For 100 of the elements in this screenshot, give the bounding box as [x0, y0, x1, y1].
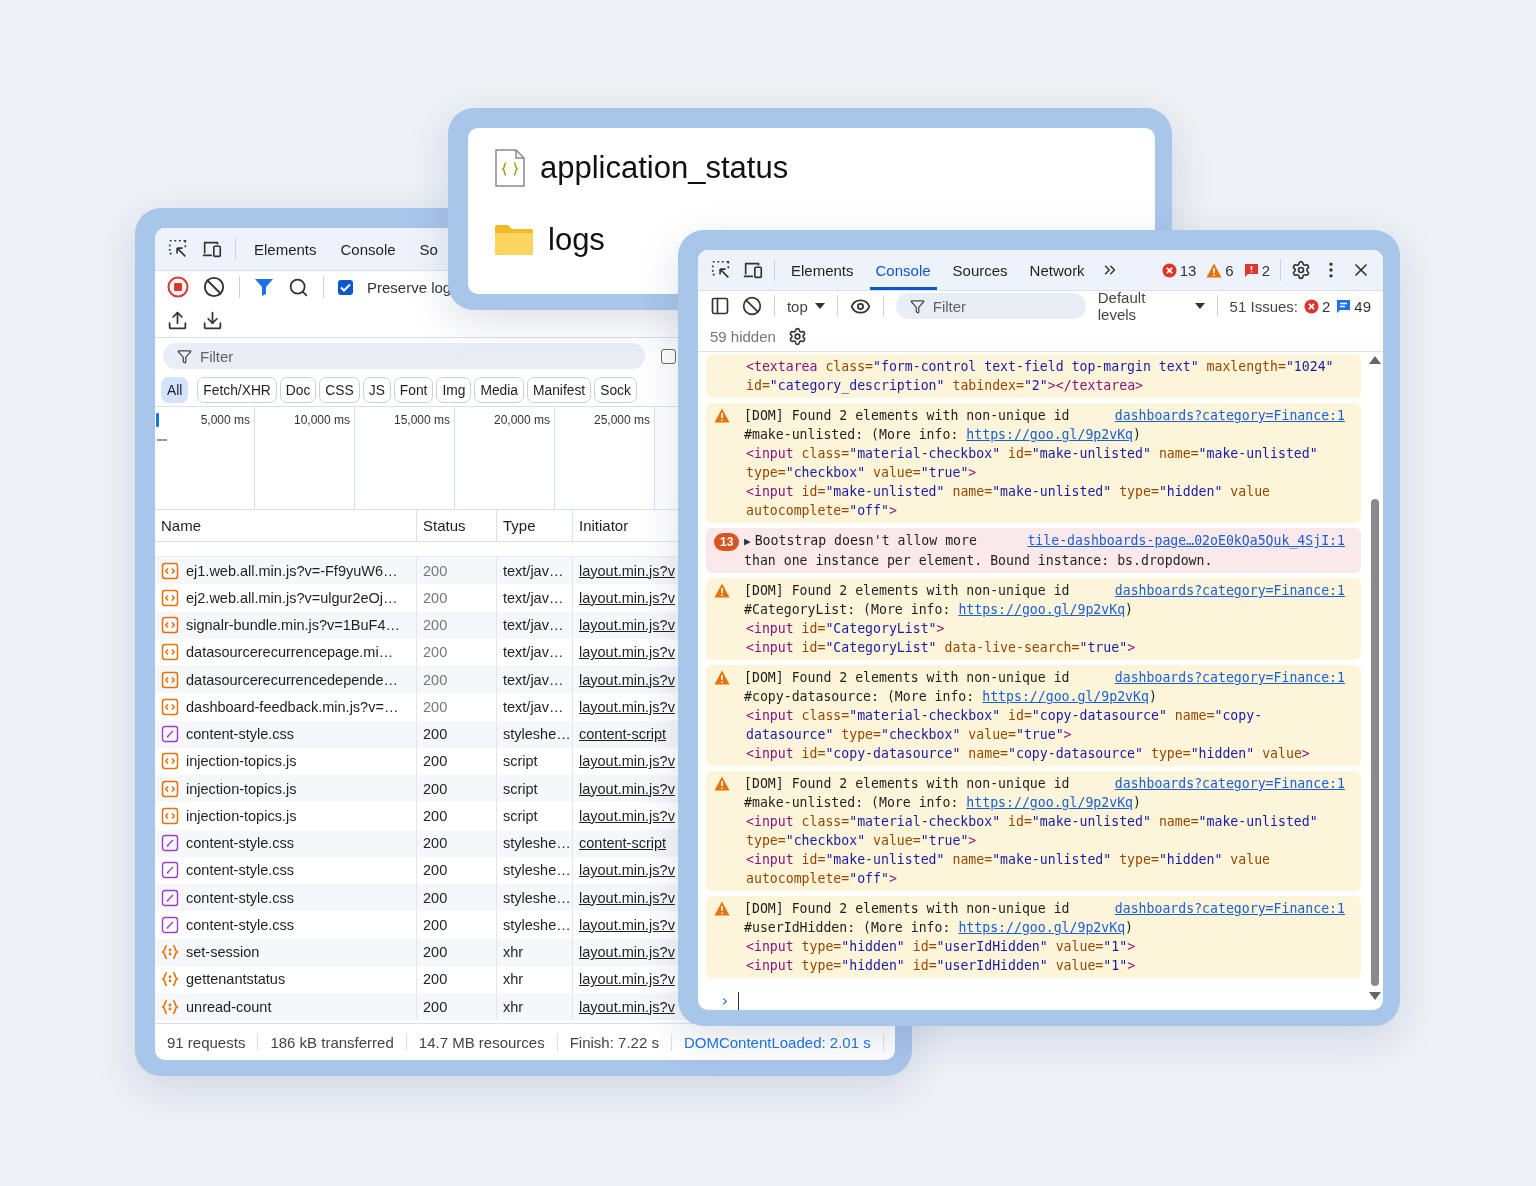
settings-icon[interactable]: [787, 326, 807, 346]
request-name[interactable]: datasourcerecurrencedepende…: [186, 671, 398, 688]
file-name[interactable]: application_status: [540, 150, 789, 186]
initiator-link[interactable]: layout.min.js?v: [579, 562, 675, 579]
initiator-link[interactable]: layout.min.js?v: [579, 807, 675, 824]
request-name[interactable]: injection-topics.js: [186, 753, 297, 770]
stylesheet-file-icon: [161, 834, 179, 853]
column-header[interactable]: Initiator: [579, 517, 629, 534]
initiator-link[interactable]: layout.min.js?v: [579, 889, 675, 906]
info-link[interactable]: https://goo.gl/9p2vKq: [982, 689, 1149, 704]
request-name[interactable]: datasourcerecurrencepage.mi…: [186, 644, 394, 661]
timeline-tick-label: 20,000 ms: [493, 413, 550, 427]
initiator-link[interactable]: layout.min.js?v: [579, 617, 675, 634]
source-link[interactable]: tile-dashboards-page…02oE0kQa5Quk_4SjI:1: [1027, 531, 1345, 551]
request-name[interactable]: injection-topics.js: [186, 780, 297, 797]
source-link[interactable]: dashboards?category=Finance:1: [1114, 899, 1345, 918]
warning-icon: [714, 901, 730, 916]
inspect-icon[interactable]: [167, 238, 189, 260]
initiator-link[interactable]: layout.min.js?v: [579, 916, 675, 933]
request-name[interactable]: dashboard-feedback.min.js?v=…: [186, 698, 399, 715]
type-filter-chip[interactable]: Img: [436, 377, 472, 403]
upload-icon[interactable]: [167, 309, 188, 331]
request-name[interactable]: unread-count: [186, 998, 272, 1015]
request-name[interactable]: content-style.css: [186, 835, 294, 852]
expand-arrow[interactable]: ▶: [744, 535, 751, 548]
initiator-link[interactable]: layout.min.js?v: [579, 698, 675, 715]
type-filter-chip[interactable]: Fetch/XHR: [197, 377, 277, 403]
scroll-up-icon[interactable]: [1369, 356, 1381, 364]
request-name[interactable]: injection-topics.js: [186, 807, 297, 824]
request-name[interactable]: content-style.css: [186, 916, 294, 933]
source-link[interactable]: dashboards?category=Finance:1: [1114, 774, 1345, 793]
info-link[interactable]: https://goo.gl/9p2vKq: [958, 920, 1126, 935]
source-link[interactable]: dashboards?category=Finance:1: [1114, 406, 1345, 425]
sidebar-toggle-icon[interactable]: [710, 296, 730, 316]
initiator-link[interactable]: layout.min.js?v: [579, 753, 675, 770]
file-name[interactable]: logs: [548, 222, 605, 258]
preserve-log-checkbox[interactable]: [338, 279, 353, 295]
request-name[interactable]: gettenantstatus: [186, 971, 286, 988]
column-header[interactable]: Type: [503, 517, 536, 534]
context-selector[interactable]: top: [786, 297, 825, 315]
panel-tab[interactable]: Sources: [946, 250, 1014, 290]
panel-tab[interactable]: So: [413, 228, 444, 270]
resource-type: styleshe…: [503, 726, 571, 743]
initiator-link[interactable]: layout.min.js?v: [579, 944, 675, 961]
type-filter-chip[interactable]: Doc: [279, 377, 317, 403]
log-levels-dropdown[interactable]: Default levels: [1097, 289, 1205, 323]
request-name[interactable]: ej2.web.all.min.js?v=ulgur2eOj…: [186, 589, 398, 606]
type-filter-chip[interactable]: Media: [474, 377, 525, 403]
initiator-link[interactable]: layout.min.js?v: [579, 862, 675, 879]
filter-field[interactable]: Filter: [163, 343, 645, 369]
request-name[interactable]: content-style.css: [186, 862, 294, 879]
settings-icon[interactable]: [1291, 260, 1311, 280]
inspect-icon[interactable]: [710, 259, 732, 281]
column-header[interactable]: Status: [423, 517, 466, 534]
initiator-link[interactable]: layout.min.js?v: [579, 589, 675, 606]
type-filter-chip[interactable]: All: [161, 377, 189, 403]
source-link[interactable]: dashboards?category=Finance:1: [1114, 581, 1345, 600]
type-filter-chip[interactable]: CSS: [319, 377, 360, 403]
panel-tab[interactable]: Elements: [248, 228, 323, 270]
info-link[interactable]: https://goo.gl/9p2vKq: [966, 795, 1134, 810]
status-bar-item: 186 kB transferred: [258, 1033, 407, 1051]
scroll-down-icon[interactable]: [1369, 992, 1381, 1000]
stylesheet-file-icon: [161, 725, 179, 744]
type-filter-chip[interactable]: Sock: [594, 377, 637, 403]
panel-tab[interactable]: Console: [869, 250, 937, 290]
request-name[interactable]: signalr-bundle.min.js?v=1BuF4…: [186, 617, 400, 634]
initiator-link[interactable]: layout.min.js?v: [579, 971, 675, 988]
type-filter-chip[interactable]: JS: [362, 377, 391, 403]
initiator-link[interactable]: layout.min.js?v: [579, 644, 675, 661]
info-link[interactable]: https://goo.gl/9p2vKq: [958, 602, 1126, 617]
status-code: 200: [423, 971, 448, 988]
request-name[interactable]: content-style.css: [186, 726, 294, 743]
initiator-link[interactable]: layout.min.js?v: [579, 998, 675, 1015]
initiator-link[interactable]: content-script: [579, 726, 667, 743]
clear-icon[interactable]: [741, 296, 762, 316]
panel-tab[interactable]: Network: [1023, 250, 1091, 290]
initiator-link[interactable]: content-script: [579, 835, 667, 852]
message-detail: than one instance per element. Bound instance: bs.dropdown.: [744, 552, 1214, 570]
request-name[interactable]: set-session: [186, 944, 260, 961]
type-filter-chip[interactable]: Font: [393, 377, 434, 403]
panel-tab[interactable]: Elements: [785, 250, 860, 290]
resource-type: xhr: [503, 971, 524, 988]
type-filter-chip[interactable]: Manifest: [527, 377, 592, 403]
count-label: 2: [1261, 261, 1270, 279]
source-link[interactable]: dashboards?category=Finance:1: [1114, 668, 1345, 687]
clear-icon[interactable]: [203, 276, 225, 298]
initiator-link[interactable]: layout.min.js?v: [579, 780, 675, 797]
download-icon[interactable]: [202, 309, 223, 331]
resource-type: styleshe…: [503, 889, 571, 906]
initiator-link[interactable]: layout.min.js?v: [579, 671, 675, 688]
invert-checkbox[interactable]: [661, 348, 676, 364]
request-name[interactable]: ej1.web.all.min.js?v=-Ff9yuW6…: [186, 562, 398, 579]
filter-icon[interactable]: [254, 277, 274, 297]
record-stop-icon[interactable]: [167, 276, 189, 298]
panel-tab[interactable]: Console: [334, 228, 402, 270]
request-name[interactable]: content-style.css: [186, 889, 294, 906]
filter-field[interactable]: Filter: [895, 293, 1086, 319]
search-icon[interactable]: [288, 276, 309, 298]
column-header[interactable]: Name: [161, 517, 201, 534]
info-link[interactable]: https://goo.gl/9p2vKq: [966, 427, 1134, 442]
